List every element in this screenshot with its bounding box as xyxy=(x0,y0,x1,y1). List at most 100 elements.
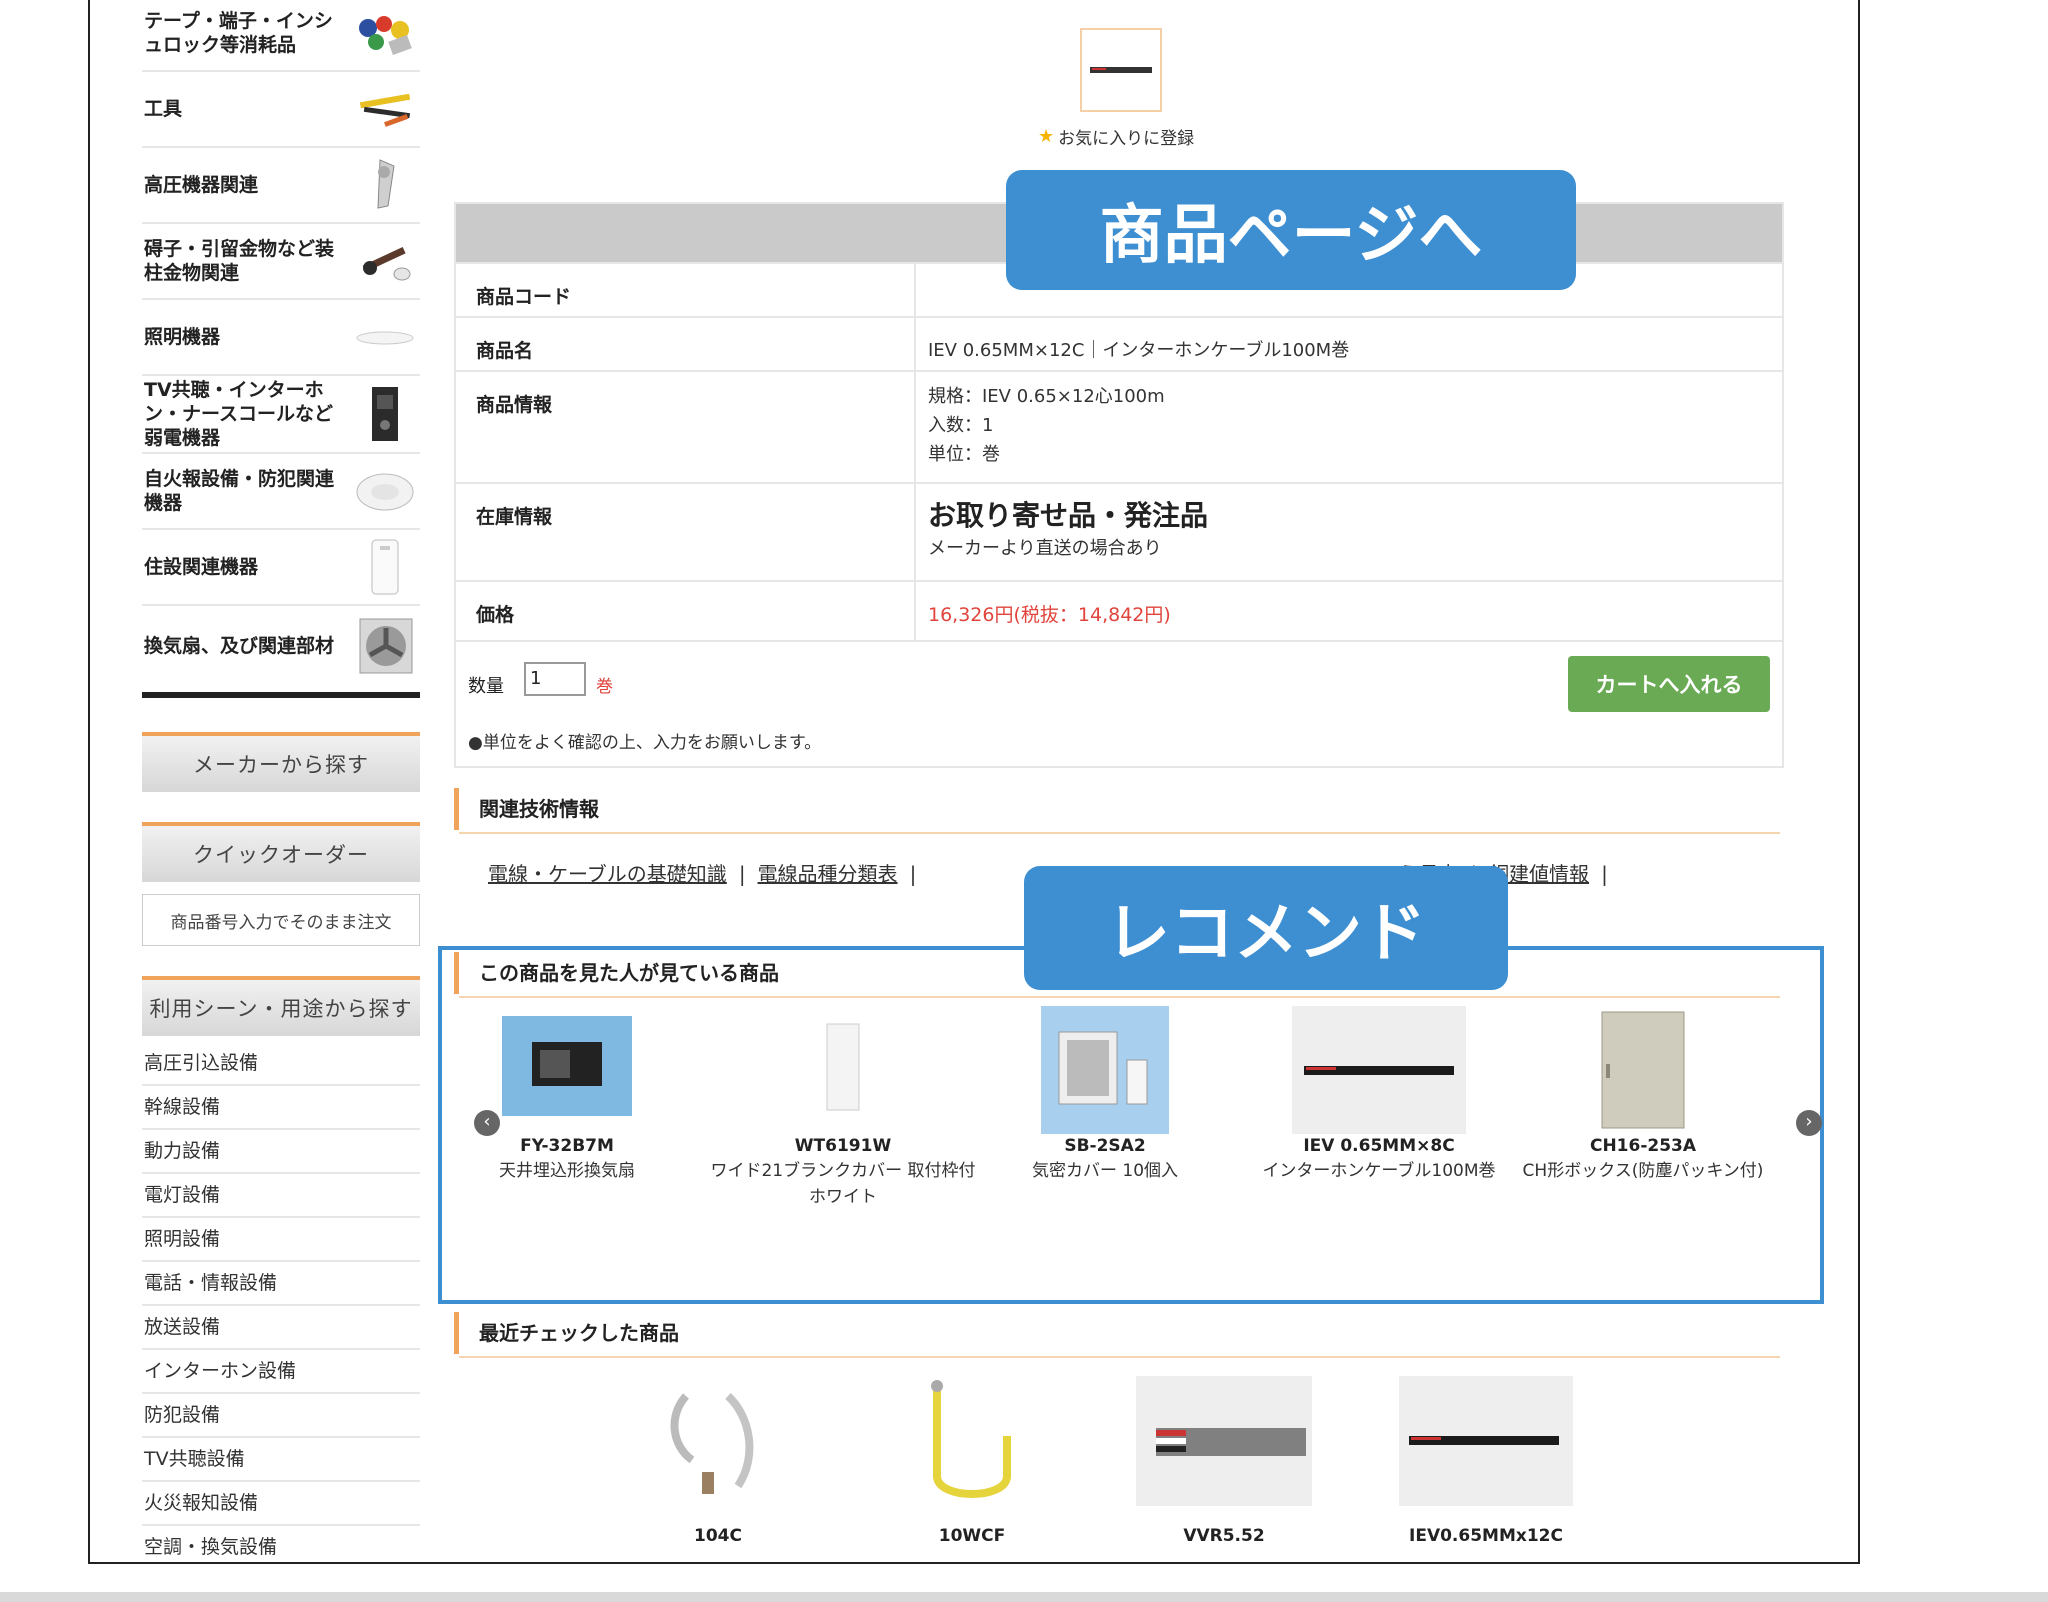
category-label: テープ・端子・インシュロック等消耗品 xyxy=(144,10,333,56)
recommend-item[interactable]: WT6191W ワイド21ブランクカバー 取付枠付 ホワイト xyxy=(708,1016,978,1210)
ceiling-light-icon xyxy=(354,308,416,366)
star-icon: ★ xyxy=(1038,126,1055,147)
category-item[interactable]: 換気扇、及び関連部材 xyxy=(142,606,420,686)
product-name-label: 商品名 xyxy=(456,318,916,370)
quantity-note: ●単位をよく確認の上、入力をお願いします。 xyxy=(468,733,822,753)
tech-info-heading: 関連技術情報 xyxy=(454,788,1780,834)
add-to-cart-button[interactable]: カートへ入れる xyxy=(1568,656,1770,712)
recommend-name: 天井埋込形換気扇 xyxy=(499,1161,635,1181)
product-name-row: 商品名 IEV 0.65MM×12C｜インターホンケーブル100M巻 xyxy=(456,316,1782,370)
scene-item[interactable]: 放送設備 xyxy=(142,1306,420,1350)
link-separator: | xyxy=(738,862,746,886)
product-thumbnail[interactable] xyxy=(1080,28,1162,112)
product-image xyxy=(502,1016,632,1116)
category-item[interactable]: 高圧機器関連 xyxy=(142,148,420,224)
quick-order-heading: クイックオーダー xyxy=(142,822,420,882)
category-item[interactable]: 碍子・引留金物など装柱金物関連 xyxy=(142,224,420,300)
add-favorite-link[interactable]: ★ お気に入りに登録 xyxy=(1038,124,1194,149)
price-text: 16,326円(税抜：14,842円) xyxy=(928,604,1171,626)
consumables-icon xyxy=(354,4,416,62)
stock-label: 在庫情報 xyxy=(456,484,916,580)
recent-code: VVR5.52 xyxy=(1183,1526,1265,1546)
recommend-item[interactable]: CH16-253A CH形ボックス(防塵パッキン付) xyxy=(1508,1006,1778,1184)
price-value: 16,326円(税抜：14,842円) xyxy=(916,582,1782,640)
category-list: テープ・端子・インシュロック等消耗品 工具 高圧機器関連 碍子・引留金物など装柱… xyxy=(142,0,420,686)
scene-item[interactable]: 電灯設備 xyxy=(142,1174,420,1218)
recent-item[interactable]: 104C xyxy=(628,1376,808,1546)
recent-item[interactable]: IEV0.65MMx12C xyxy=(1396,1376,1576,1546)
favorite-label: お気に入りに登録 xyxy=(1058,129,1195,149)
quantity-input[interactable]: 1 xyxy=(524,662,586,696)
recommend-name: ワイド21ブランクカバー 取付枠付 ホワイト xyxy=(710,1161,976,1207)
product-image xyxy=(907,1376,1037,1506)
scene-list: 高圧引込設備 幹線設備 動力設備 電灯設備 照明設備 電話・情報設備 放送設備 … xyxy=(142,1042,420,1562)
recommend-code: CH16-253A xyxy=(1589,1136,1697,1156)
category-item[interactable]: TV共聴・インターホン・ナースコールなど弱電機器 xyxy=(142,376,420,454)
category-item[interactable]: テープ・端子・インシュロック等消耗品 xyxy=(142,0,420,72)
scene-item[interactable]: 防犯設備 xyxy=(142,1394,420,1438)
product-image xyxy=(778,1016,908,1116)
category-label: 工具 xyxy=(144,98,183,120)
product-image xyxy=(1292,1006,1466,1134)
insulator-icon xyxy=(354,232,416,290)
recommend-item[interactable]: SB-2SA2 気密カバー 10個入 xyxy=(970,1006,1240,1184)
link-separator: | xyxy=(909,862,917,886)
intercom-icon xyxy=(354,385,416,443)
scene-item[interactable]: 動力設備 xyxy=(142,1130,420,1174)
ventilation-fan-icon xyxy=(354,617,416,675)
stock-row: 在庫情報 お取り寄せ品・発注品 メーカーより直送の場合あり xyxy=(456,482,1782,580)
sidebar: テープ・端子・インシュロック等消耗品 工具 高圧機器関連 碍子・引留金物など装柱… xyxy=(142,0,420,1562)
recent-item[interactable]: VVR5.52 xyxy=(1134,1376,1314,1546)
category-label: 自火報設備・防犯関連機器 xyxy=(144,468,335,514)
high-voltage-icon xyxy=(354,156,416,214)
bottom-band xyxy=(0,1592,2048,1602)
scene-item[interactable]: インターホン設備 xyxy=(142,1350,420,1394)
quantity-label: 数量 xyxy=(468,676,504,697)
scene-item[interactable]: 電話・情報設備 xyxy=(142,1262,420,1306)
category-item[interactable]: 自火報設備・防犯関連機器 xyxy=(142,454,420,530)
scene-item[interactable]: 火災報知設備 xyxy=(142,1482,420,1526)
recommend-code: IEV 0.65MM×8C xyxy=(1303,1136,1455,1156)
scene-item[interactable]: 高圧引込設備 xyxy=(142,1042,420,1086)
product-info-value: 規格：IEV 0.65×12心100m 入数：1 単位：巻 xyxy=(916,372,1782,482)
category-item[interactable]: 住設関連機器 xyxy=(142,530,420,606)
product-info-label: 商品情報 xyxy=(456,372,916,482)
tech-link[interactable]: 電線・ケーブルの基礎知識 xyxy=(488,862,727,886)
recommend-item[interactable]: IEV 0.65MM×8C インターホンケーブル100M巻 xyxy=(1244,1006,1514,1184)
product-image xyxy=(1136,1376,1312,1506)
scene-item[interactable]: 照明設備 xyxy=(142,1218,420,1262)
recent-code: 104C xyxy=(694,1526,742,1546)
recommend-name: インターホンケーブル100M巻 xyxy=(1262,1161,1496,1181)
category-label: 碍子・引留金物など装柱金物関連 xyxy=(144,238,335,284)
category-label: TV共聴・インターホン・ナースコールなど弱電機器 xyxy=(144,379,334,449)
category-label: 住設関連機器 xyxy=(144,556,259,578)
product-image xyxy=(1041,1006,1169,1134)
scene-item[interactable]: TV共聴設備 xyxy=(142,1438,420,1482)
maker-search-button[interactable]: メーカーから探す xyxy=(142,732,420,792)
quick-order-input[interactable]: 商品番号入力でそのまま注文 xyxy=(142,894,420,946)
category-label: 照明機器 xyxy=(144,326,221,348)
category-item[interactable]: 照明機器 xyxy=(142,300,420,376)
recommend-name: CH形ボックス(防塵パッキン付) xyxy=(1522,1161,1764,1181)
recommend-item[interactable]: FY-32B7M 天井埋込形換気扇 xyxy=(432,1016,702,1184)
scene-item[interactable]: 幹線設備 xyxy=(142,1086,420,1130)
carousel-next-icon[interactable]: › xyxy=(1796,1110,1822,1136)
tech-link[interactable]: 電線品種分類表 xyxy=(758,862,898,886)
link-separator: | xyxy=(1601,862,1608,886)
tools-icon xyxy=(354,80,416,138)
price-row: 価格 16,326円(税抜：14,842円) xyxy=(456,580,1782,640)
product-image xyxy=(658,1376,778,1506)
category-item[interactable]: 工具 xyxy=(142,72,420,148)
category-list-divider xyxy=(142,692,420,698)
info-line: 規格：IEV 0.65×12心100m xyxy=(928,386,1165,407)
recommend-code: SB-2SA2 xyxy=(1064,1136,1146,1156)
product-code-label: 商品コード xyxy=(456,264,916,316)
product-image xyxy=(1579,1006,1707,1134)
product-page-callout: 商品ページへ xyxy=(1008,172,1574,288)
recent-item[interactable]: 10WCF xyxy=(882,1376,1062,1546)
recent-code: 10WCF xyxy=(938,1526,1006,1546)
page-frame: テープ・端子・インシュロック等消耗品 工具 高圧機器関連 碍子・引留金物など装柱… xyxy=(88,0,1860,1564)
scene-item[interactable]: 空調・換気設備 xyxy=(142,1526,420,1562)
recent-code: IEV0.65MMx12C xyxy=(1409,1526,1563,1546)
recommend-callout: レコメンド xyxy=(1026,868,1506,988)
